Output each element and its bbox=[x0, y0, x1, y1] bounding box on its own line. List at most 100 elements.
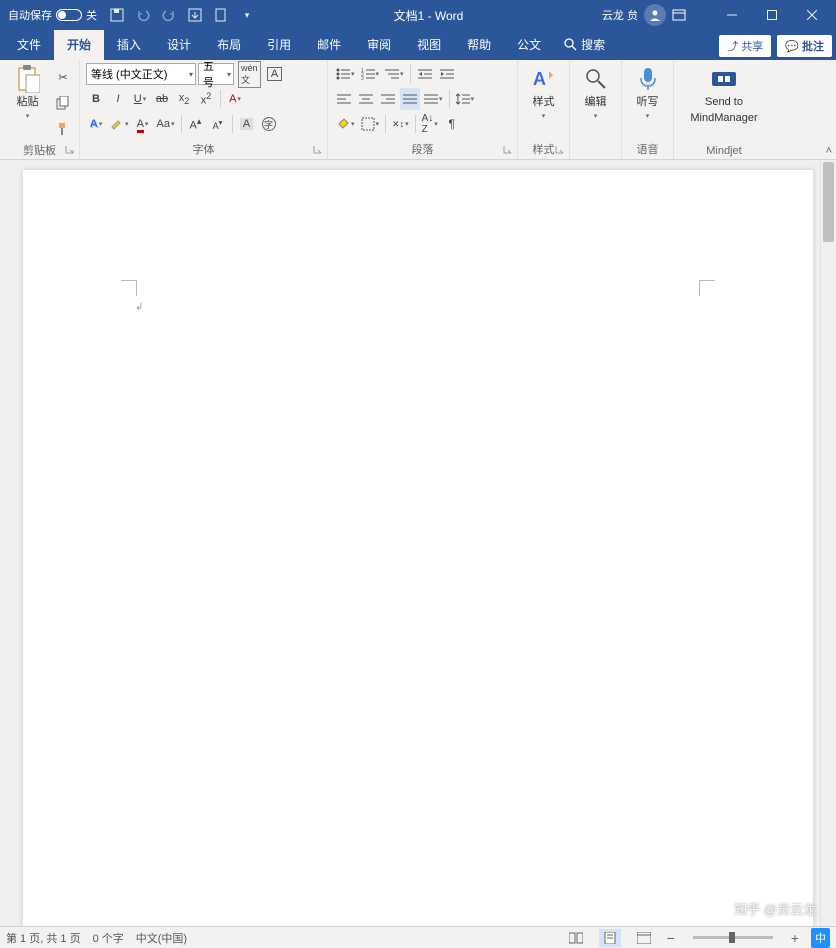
zoom-slider[interactable] bbox=[693, 936, 773, 939]
cut-button[interactable]: ✂ bbox=[53, 66, 73, 88]
share-button[interactable]: ⤴ 共享 bbox=[719, 35, 771, 57]
page[interactable]: ↲ bbox=[23, 170, 813, 926]
copy-button[interactable] bbox=[53, 92, 73, 114]
ribbon: 粘贴 ▾ ✂ 剪贴板 等线 (中文正文) 五号 wén文 A B bbox=[0, 60, 836, 160]
dictate-button[interactable]: 听写 ▾ bbox=[628, 63, 667, 122]
char-border-icon: A bbox=[267, 67, 282, 81]
indent-increase-button[interactable] bbox=[437, 63, 457, 85]
zoom-out-button[interactable]: − bbox=[667, 930, 675, 946]
italic-button[interactable]: I bbox=[108, 88, 128, 110]
font-launcher-icon[interactable] bbox=[313, 145, 325, 157]
styles-launcher-icon[interactable] bbox=[555, 145, 567, 157]
styles-button[interactable]: A 样式 ▾ bbox=[524, 63, 563, 122]
web-layout-button[interactable] bbox=[633, 929, 655, 947]
editing-label: 编辑 bbox=[585, 96, 607, 109]
comments-button[interactable]: 💬 批注 bbox=[777, 35, 832, 57]
grow-font-button[interactable]: A▴ bbox=[186, 113, 206, 135]
highlight-button[interactable] bbox=[108, 113, 131, 135]
tab-home[interactable]: 开始 bbox=[54, 30, 104, 60]
clear-format-button[interactable]: A bbox=[225, 88, 245, 110]
bullets-button[interactable] bbox=[334, 63, 357, 85]
tab-view[interactable]: 视图 bbox=[404, 30, 454, 60]
zoom-in-button[interactable]: + bbox=[791, 930, 799, 946]
numbering-button[interactable]: 123 bbox=[359, 63, 382, 85]
subscript-button[interactable]: x2 bbox=[174, 88, 194, 110]
bold-button[interactable]: B bbox=[86, 88, 106, 110]
read-mode-button[interactable] bbox=[565, 929, 587, 947]
vertical-scrollbar[interactable] bbox=[820, 160, 836, 926]
align-right-button[interactable] bbox=[378, 88, 398, 110]
chevron-down-icon: ▾ bbox=[542, 112, 546, 120]
tab-review[interactable]: 审阅 bbox=[354, 30, 404, 60]
shading-button[interactable] bbox=[334, 113, 357, 135]
tab-layout[interactable]: 布局 bbox=[204, 30, 254, 60]
sort-button[interactable]: A↓Z bbox=[420, 113, 440, 135]
close-button[interactable] bbox=[792, 0, 832, 30]
tab-design[interactable]: 设计 bbox=[154, 30, 204, 60]
toggle-switch-icon bbox=[56, 9, 82, 21]
change-case-button[interactable]: Aa bbox=[155, 113, 177, 135]
undo-icon[interactable] bbox=[135, 7, 151, 23]
clipboard-launcher-icon[interactable] bbox=[65, 145, 77, 157]
underline-button[interactable]: U bbox=[130, 88, 150, 110]
maximize-button[interactable] bbox=[752, 0, 792, 30]
text-effects-button[interactable]: A bbox=[86, 113, 106, 135]
save-as-icon[interactable] bbox=[187, 7, 203, 23]
save-icon[interactable] bbox=[109, 7, 125, 23]
line-spacing-button[interactable] bbox=[454, 88, 477, 110]
paragraph-launcher-icon[interactable] bbox=[503, 145, 515, 157]
subscript-icon: x2 bbox=[179, 92, 190, 106]
paste-button[interactable]: 粘贴 ▾ bbox=[6, 63, 49, 122]
qat-dropdown-icon[interactable]: ▾ bbox=[239, 7, 255, 23]
enclose-char-button[interactable]: 字 bbox=[259, 113, 279, 135]
shrink-font-button[interactable]: A▾ bbox=[208, 113, 228, 135]
strikethrough-button[interactable]: ab bbox=[152, 88, 172, 110]
ime-indicator[interactable]: 中 bbox=[811, 928, 830, 948]
scrollbar-thumb[interactable] bbox=[823, 162, 834, 242]
indent-decrease-button[interactable] bbox=[415, 63, 435, 85]
tab-help[interactable]: 帮助 bbox=[454, 30, 504, 60]
collapse-ribbon-icon[interactable]: ˄ bbox=[826, 145, 832, 157]
char-shading-button[interactable]: A bbox=[237, 113, 257, 135]
group-font: 等线 (中文正文) 五号 wén文 A B I U ab x2 x2 A A bbox=[80, 60, 328, 159]
align-left-button[interactable] bbox=[334, 88, 354, 110]
tab-file[interactable]: 文件 bbox=[4, 30, 54, 60]
borders-button[interactable] bbox=[359, 113, 382, 135]
new-doc-icon[interactable] bbox=[213, 7, 229, 23]
language-status[interactable]: 中文(中国) bbox=[136, 930, 187, 946]
redo-icon[interactable] bbox=[161, 7, 177, 23]
ribbon-display-icon[interactable] bbox=[672, 9, 712, 21]
autosave-toggle[interactable]: 自动保存 关 bbox=[4, 7, 101, 23]
share-icon: ⤴ bbox=[727, 38, 738, 54]
tab-office[interactable]: 公文 bbox=[504, 30, 554, 60]
mindmanager-button[interactable]: Send to MindManager bbox=[680, 63, 768, 127]
word-count[interactable]: 0 个字 bbox=[93, 930, 124, 946]
align-distribute-button[interactable] bbox=[422, 88, 445, 110]
find-icon bbox=[582, 65, 610, 93]
print-layout-button[interactable] bbox=[599, 929, 621, 947]
asian-layout-button[interactable]: ✕↕ bbox=[390, 113, 411, 135]
autosave-state: 关 bbox=[86, 7, 97, 23]
font-color-button[interactable]: A bbox=[133, 113, 153, 135]
tab-mailings[interactable]: 邮件 bbox=[304, 30, 354, 60]
show-marks-button[interactable]: ¶ bbox=[442, 113, 462, 135]
format-painter-button[interactable] bbox=[53, 118, 73, 140]
font-name-value: 等线 (中文正文) bbox=[91, 66, 167, 82]
multilevel-button[interactable] bbox=[383, 63, 406, 85]
search-button[interactable]: 搜索 bbox=[554, 30, 615, 60]
zoom-handle[interactable] bbox=[729, 932, 735, 943]
char-border-button[interactable]: A bbox=[265, 63, 285, 85]
superscript-button[interactable]: x2 bbox=[196, 88, 216, 110]
user-account[interactable]: 云龙 贠 bbox=[602, 4, 666, 26]
align-center-button[interactable] bbox=[356, 88, 376, 110]
minimize-button[interactable] bbox=[712, 0, 752, 30]
align-justify-button[interactable] bbox=[400, 88, 420, 110]
editing-button[interactable]: 编辑 ▾ bbox=[576, 63, 615, 122]
tab-references[interactable]: 引用 bbox=[254, 30, 304, 60]
phonetic-guide-button[interactable]: wén文 bbox=[236, 63, 263, 85]
page-status[interactable]: 第 1 页, 共 1 页 bbox=[6, 930, 81, 946]
paste-label: 粘贴 bbox=[17, 96, 39, 109]
font-name-combo[interactable]: 等线 (中文正文) bbox=[86, 63, 196, 85]
tab-insert[interactable]: 插入 bbox=[104, 30, 154, 60]
font-size-combo[interactable]: 五号 bbox=[198, 63, 234, 85]
